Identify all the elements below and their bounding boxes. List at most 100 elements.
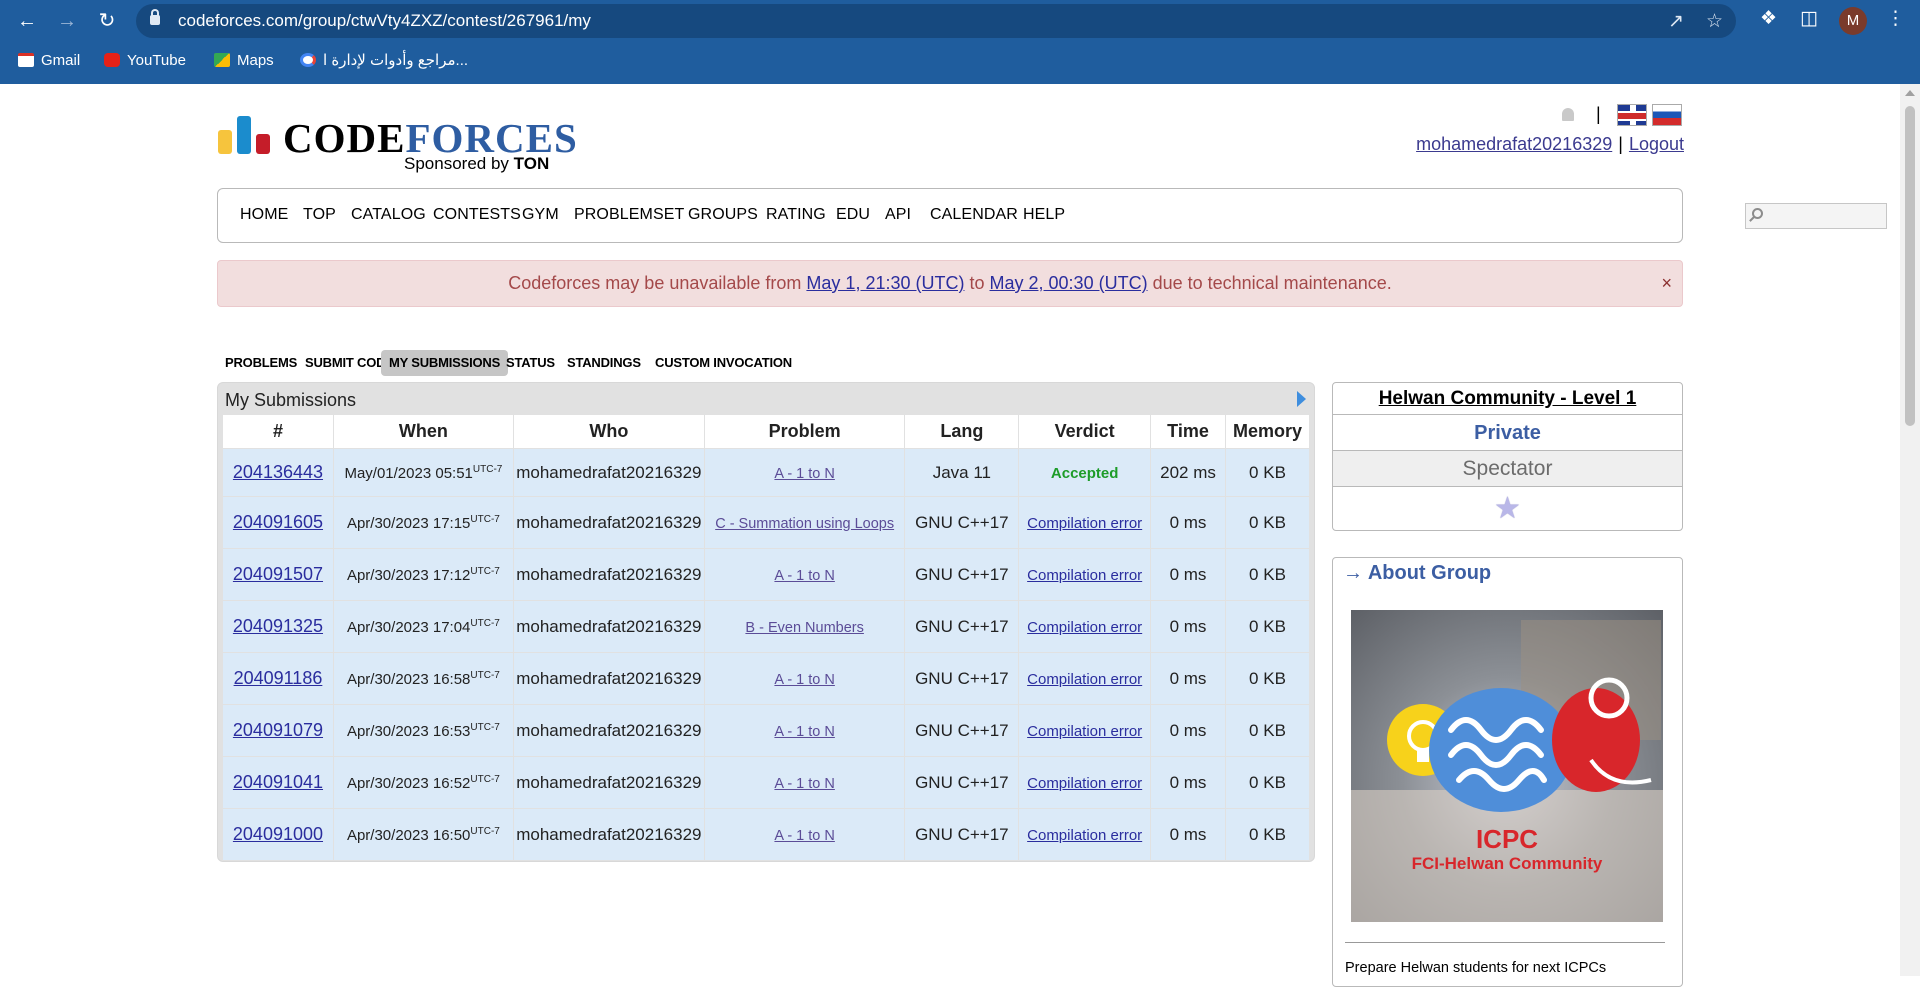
forward-arrow-icon[interactable]: →	[52, 6, 82, 36]
column-header-problem: Problem	[703, 414, 906, 449]
submission-id-link[interactable]: 204091186	[234, 668, 323, 688]
expand-arrow-icon[interactable]	[1297, 391, 1306, 407]
about-group-title[interactable]: → About Group	[1343, 562, 1491, 585]
bookmark-google-doc[interactable]: مراجع وأدوات لإدارة ا...	[300, 50, 468, 72]
star-icon[interactable]: ★	[1333, 486, 1682, 530]
problem-link[interactable]: C - Summation using Loops	[715, 516, 894, 532]
problem-link[interactable]: A - 1 to N	[774, 828, 834, 844]
cell-who[interactable]: mohamedrafat20216329	[512, 496, 705, 549]
extensions-puzzle-icon[interactable]: ❖	[1760, 7, 1777, 30]
menu-item-api[interactable]: API	[885, 206, 911, 224]
tab-custom-invocation[interactable]: CUSTOM INVOCATION	[647, 350, 800, 376]
menu-item-home[interactable]: HOME	[240, 206, 288, 224]
bookmark-star-icon[interactable]: ☆	[1706, 10, 1723, 33]
problem-link[interactable]: B - Even Numbers	[745, 620, 863, 636]
cell-problem: A - 1 to N	[703, 704, 906, 757]
cell-time: 0 ms	[1150, 704, 1226, 757]
menu-item-top[interactable]: TOP	[303, 206, 336, 224]
bookmark-gmail[interactable]: Gmail	[18, 50, 80, 72]
tab-my-submissions[interactable]: MY SUBMISSIONS	[381, 350, 509, 376]
submission-id-link[interactable]: 204091605	[233, 512, 323, 532]
alert-suffix: due to technical maintenance.	[1152, 273, 1392, 293]
menu-item-catalog[interactable]: CATALOG	[351, 206, 426, 224]
submission-id-link[interactable]: 204136443	[233, 462, 323, 482]
close-icon[interactable]: ×	[1661, 261, 1672, 306]
english-flag-icon[interactable]	[1617, 104, 1647, 126]
notification-bell-icon[interactable]	[1560, 106, 1576, 124]
search-input[interactable]	[1745, 203, 1887, 229]
about-group-box: → About Group ICPC FCI-Helwan Community …	[1332, 557, 1683, 987]
problem-link[interactable]: A - 1 to N	[774, 724, 834, 740]
cell-problem: A - 1 to N	[703, 756, 906, 809]
problem-link[interactable]: A - 1 to N	[774, 568, 834, 584]
column-header-verdict: Verdict	[1018, 414, 1152, 449]
menu-item-groups[interactable]: GROUPS	[688, 206, 758, 224]
user-links: mohamedrafat20216329 | Logout	[1384, 134, 1684, 155]
problem-link[interactable]: A - 1 to N	[774, 672, 834, 688]
kebab-menu-icon[interactable]: ⋮	[1886, 7, 1905, 30]
back-arrow-icon[interactable]: ←	[12, 6, 42, 36]
bookmark-maps[interactable]: Maps	[214, 50, 274, 72]
cell-who[interactable]: mohamedrafat20216329	[512, 652, 705, 705]
column-header-when: When	[332, 414, 514, 449]
alert-from-link[interactable]: May 1, 21:30 (UTC)	[806, 273, 964, 293]
submission-id-link[interactable]: 204091041	[233, 772, 323, 792]
problem-link[interactable]: A - 1 to N	[774, 466, 834, 482]
user-links-separator: |	[1618, 134, 1623, 154]
menu-item-help[interactable]: HELP	[1023, 206, 1065, 224]
menu-item-contests[interactable]: CONTESTS	[433, 206, 521, 224]
menu-item-gym[interactable]: GYM	[522, 206, 559, 224]
reload-icon[interactable]: ↻	[92, 6, 122, 36]
problem-link[interactable]: A - 1 to N	[774, 776, 834, 792]
submission-id-link[interactable]: 204091079	[233, 720, 323, 740]
address-bar[interactable]: codeforces.com/group/ctwVty4ZXZ/contest/…	[136, 4, 1736, 38]
cell-who[interactable]: mohamedrafat20216329	[512, 704, 705, 757]
menu-item-calendar[interactable]: CALENDAR	[930, 206, 1018, 224]
submission-id-link[interactable]: 204091000	[233, 824, 323, 844]
menu-item-problemset[interactable]: PROBLEMSET	[574, 206, 684, 224]
verdict-compilation-error-link[interactable]: Compilation error	[1027, 723, 1142, 740]
submission-id-link[interactable]: 204091325	[233, 616, 323, 636]
cell-who[interactable]: mohamedrafat20216329	[512, 600, 705, 653]
page-scrollbar[interactable]	[1900, 84, 1920, 976]
cell-problem: A - 1 to N	[703, 548, 906, 601]
cell-who[interactable]: mohamedrafat20216329	[512, 448, 705, 497]
tab-standings[interactable]: STANDINGS	[559, 350, 649, 376]
cell-time: 0 ms	[1150, 756, 1226, 809]
cell-when: Apr/30/2023 16:58UTC-7	[332, 652, 514, 705]
bookmark-youtube[interactable]: YouTube	[104, 50, 186, 72]
menu-item-edu[interactable]: EDU	[836, 206, 870, 224]
cell-who[interactable]: mohamedrafat20216329	[512, 756, 705, 809]
scrollbar-thumb[interactable]	[1905, 106, 1915, 426]
side-panel-icon[interactable]: ◫	[1800, 7, 1818, 30]
logout-link[interactable]: Logout	[1629, 134, 1684, 154]
profile-avatar[interactable]: M	[1839, 7, 1867, 35]
share-icon[interactable]: ↗	[1668, 10, 1684, 33]
cell-memory: 0 KB	[1224, 496, 1311, 549]
tab-problems[interactable]: PROBLEMS	[217, 350, 305, 376]
menu-item-rating[interactable]: RATING	[766, 206, 826, 224]
tab-status[interactable]: STATUS	[498, 350, 563, 376]
verdict-compilation-error-link[interactable]: Compilation error	[1027, 827, 1142, 844]
submission-id-link[interactable]: 204091507	[233, 564, 323, 584]
verdict-compilation-error-link[interactable]: Compilation error	[1027, 775, 1142, 792]
timezone-text: UTC-7	[470, 565, 500, 577]
bookmarks-bar: Gmail YouTube Maps مراجع وأدوات لإدارة ا…	[0, 44, 1920, 80]
gmail-icon	[18, 53, 34, 67]
codeforces-logo-icon[interactable]	[218, 116, 270, 154]
scroll-up-arrow-icon[interactable]	[1905, 90, 1915, 96]
verdict-compilation-error-link[interactable]: Compilation error	[1027, 619, 1142, 636]
verdict-compilation-error-link[interactable]: Compilation error	[1027, 515, 1142, 532]
cell-verdict: Compilation error	[1018, 756, 1152, 809]
verdict-compilation-error-link[interactable]: Compilation error	[1027, 671, 1142, 688]
cell-when: Apr/30/2023 17:04UTC-7	[332, 600, 514, 653]
russian-flag-icon[interactable]	[1652, 104, 1682, 126]
cell-who[interactable]: mohamedrafat20216329	[512, 548, 705, 601]
cell-time: 0 ms	[1150, 600, 1226, 653]
cell-who[interactable]: mohamedrafat20216329	[512, 808, 705, 861]
alert-to-link[interactable]: May 2, 00:30 (UTC)	[990, 273, 1148, 293]
username-link[interactable]: mohamedrafat20216329	[1416, 134, 1612, 154]
maps-icon	[214, 53, 230, 67]
group-title-link[interactable]: Helwan Community - Level 1	[1333, 383, 1682, 414]
verdict-compilation-error-link[interactable]: Compilation error	[1027, 567, 1142, 584]
